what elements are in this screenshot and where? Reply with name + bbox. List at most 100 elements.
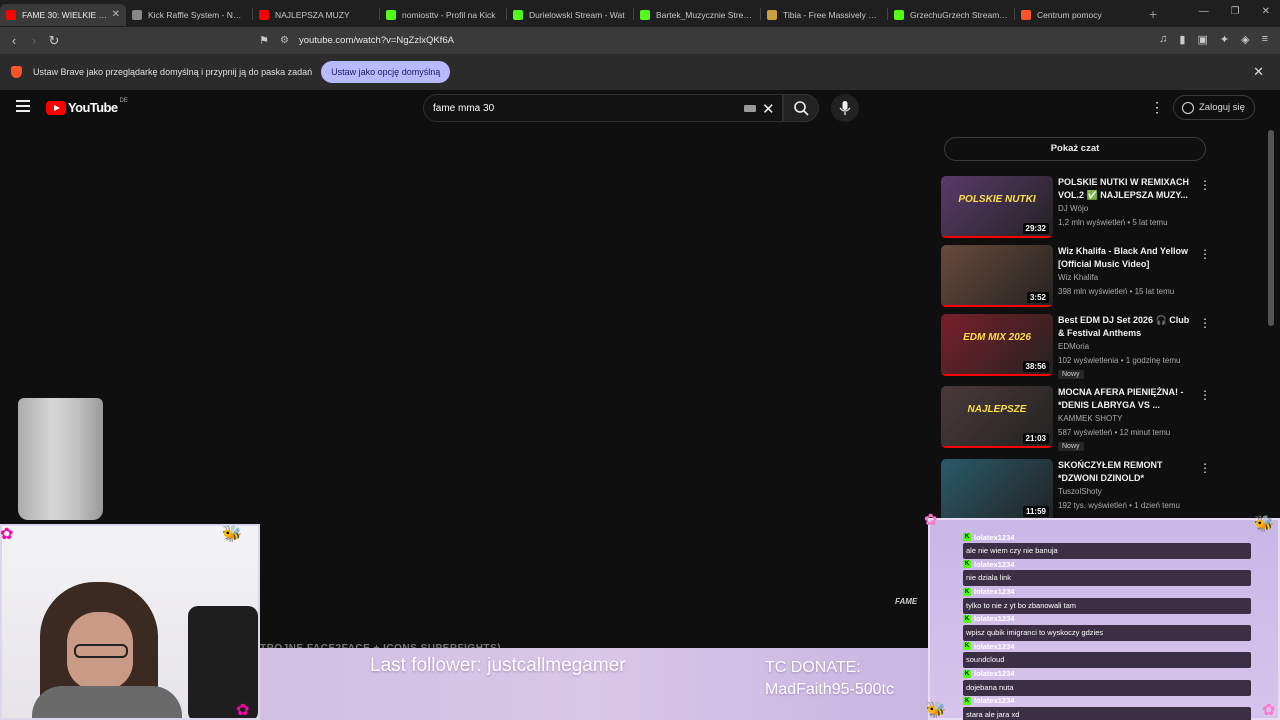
more-options-icon[interactable]: ⋮	[1199, 247, 1211, 261]
new-tab-icon[interactable]: +	[1149, 6, 1157, 22]
back-icon[interactable]: ‹	[4, 33, 24, 48]
browser-tab[interactable]: Centrum pomocy	[1015, 4, 1141, 26]
toolbar-icons: ♫ ▮ ▣ ✦ ◈ ≡	[1159, 33, 1268, 46]
forward-icon[interactable]: ›	[24, 33, 44, 48]
settings-menu-icon[interactable]: ⋮	[1150, 99, 1164, 116]
chat-username: Klolatex1234	[963, 696, 1015, 706]
menu-icon[interactable]: ≡	[1262, 33, 1268, 46]
close-tab-icon[interactable]: ✕	[112, 9, 120, 20]
bee-icon: 🐝	[926, 702, 946, 719]
tab-favicon-icon	[132, 9, 142, 20]
bee-icon: 🐝	[222, 526, 242, 543]
video-title[interactable]: Wiz Khalifa - Black And Yellow [Official…	[1058, 245, 1194, 271]
thumbnail-text: NAJLEPSZE	[967, 404, 1027, 415]
chat-text: soundcloud	[963, 652, 1251, 669]
tab-title: Kick Raffle System - Narzę	[148, 9, 246, 20]
stream-chat: Klolatex1234 ale nie wiem czy nie banuja K…	[928, 518, 1280, 720]
video-meta: 102 wyświetlenia • 1 godzinę temu	[1058, 356, 1181, 365]
address-bar: ‹ › ↻ ⚑ ⚙ youtube.com/watch?v=NgZzlxQKf6…	[0, 27, 1280, 73]
bookmark-icon[interactable]: ⚑	[254, 34, 274, 47]
signin-label: Zaloguj się	[1199, 102, 1245, 113]
video-title[interactable]: MOCNA AFERA PIENIĘŻNA! - *DENIS LABRYGA …	[1058, 386, 1194, 412]
browser-tab[interactable]: Durielowski Stream - Wat	[507, 4, 633, 26]
signin-button[interactable]: Zaloguj się	[1173, 95, 1255, 120]
reload-icon[interactable]: ↻	[44, 33, 64, 49]
tab-favicon-icon	[1021, 9, 1031, 20]
tab-title: Centrum pomocy	[1037, 9, 1102, 20]
recommendation-item[interactable]: 3:52 Wiz Khalifa - Black And Yellow [Offi…	[941, 245, 1211, 311]
video-thumbnail[interactable]: 11:59	[941, 459, 1053, 521]
recommendation-item[interactable]: POLSKIE NUTKI 29:32 POLSKIE NUTKI W REMIXA…	[941, 176, 1211, 242]
video-thumbnail[interactable]: EDM MIX 2026 38:56	[941, 314, 1053, 376]
search-button[interactable]	[783, 94, 819, 122]
watched-progress	[941, 374, 1053, 376]
url-field[interactable]: ⚙ youtube.com/watch?v=NgZzlxQKf6A	[280, 31, 1000, 50]
video-duration: 11:59	[1022, 506, 1049, 517]
glasses	[74, 644, 128, 658]
chat-message: Klolatex1234 wpisz qubik imigranci to wys…	[963, 614, 1251, 641]
kick-icon: K	[963, 669, 971, 678]
recommendation-item[interactable]: EDM MIX 2026 38:56 Best EDM DJ Set 2026 🎧 …	[941, 314, 1211, 380]
browser-tab[interactable]: GrzechuGrzech Stream - W	[888, 4, 1014, 26]
more-options-icon[interactable]: ⋮	[1199, 316, 1211, 330]
browser-tab[interactable]: FAME 30: WIELKIE OT ✕	[0, 3, 126, 26]
ai-icon[interactable]: ✦	[1220, 33, 1229, 46]
scrollbar[interactable]	[1268, 130, 1274, 326]
stream-banner: Last follower: justcallmegamer TC DONATE…	[255, 648, 930, 720]
channel-name[interactable]: TuszolShoty	[1058, 487, 1102, 496]
channel-name[interactable]: KAMMEK SHOTY	[1058, 414, 1122, 423]
hamburger-menu-icon[interactable]	[16, 100, 30, 115]
voice-search-button[interactable]	[831, 94, 859, 122]
chat-username: Klolatex1234	[963, 559, 1015, 569]
sidebar-icon[interactable]: ▮	[1179, 33, 1185, 46]
recommendation-item[interactable]: NAJLEPSZE 21:03 MOCNA AFERA PIENIĘŻNA! - *…	[941, 386, 1211, 452]
vpn-icon[interactable]: ◈	[1241, 33, 1249, 46]
browser-tab[interactable]: Bartek_Muzycznie Stream	[634, 4, 760, 26]
video-title[interactable]: SKOŃCZYŁEM REMONT *DZWONI DZINOLD*	[1058, 459, 1194, 485]
channel-name[interactable]: Wiz Khalifa	[1058, 273, 1098, 282]
video-title[interactable]: Best EDM DJ Set 2026 🎧 Club & Festival A…	[1058, 314, 1194, 340]
maximize-icon[interactable]: ❐	[1231, 6, 1240, 17]
site-settings-icon[interactable]: ⚙	[280, 35, 289, 46]
logo-text: YouTube	[68, 100, 118, 115]
recommendation-item[interactable]: 11:59 SKOŃCZYŁEM REMONT *DZWONI DZINOLD* T…	[941, 459, 1211, 525]
chat-username: Klolatex1234	[963, 614, 1015, 624]
browser-tab[interactable]: NAJLEPSZA MUZY	[253, 4, 379, 26]
keyboard-icon[interactable]	[744, 105, 756, 112]
more-options-icon[interactable]: ⋮	[1199, 388, 1211, 402]
video-title[interactable]: POLSKIE NUTKI W REMIXACH VOL.2 ✅ NAJLEPS…	[1058, 176, 1194, 202]
set-default-button[interactable]: Ustaw jako opcję domyślną	[321, 61, 451, 83]
close-icon[interactable]: ✕	[1253, 64, 1264, 80]
chat-message: Klolatex1234 ale nie wiem czy nie banuja	[963, 532, 1251, 559]
music-icon[interactable]: ♫	[1159, 33, 1167, 46]
video-thumbnail[interactable]: 3:52	[941, 245, 1053, 307]
more-options-icon[interactable]: ⋮	[1199, 178, 1211, 192]
youtube-logo[interactable]: YouTube DE	[46, 98, 128, 115]
clear-search-icon[interactable]: ✕	[762, 100, 775, 118]
chat-message: Klolatex1234 stara ale jara xd	[963, 696, 1251, 720]
channel-name[interactable]: EDMoria	[1058, 342, 1089, 351]
search-input[interactable]: fame mma 30 ✕	[423, 94, 783, 122]
new-badge: Nowy	[1058, 442, 1084, 451]
browser-tab[interactable]: Tibia - Free Massively Mul	[761, 4, 887, 26]
minimize-icon[interactable]: —	[1199, 6, 1209, 17]
channel-name[interactable]: DJ Wójo	[1058, 204, 1088, 213]
close-window-icon[interactable]: ✕	[1262, 6, 1270, 17]
search-icon	[794, 101, 809, 116]
wallet-icon[interactable]: ▣	[1197, 33, 1207, 46]
video-thumbnail[interactable]: POLSKIE NUTKI 29:32	[941, 176, 1053, 238]
chat-message: Klolatex1234 nie dziala link	[963, 559, 1251, 587]
browser-tab[interactable]: Kick Raffle System - Narzę	[126, 4, 252, 26]
more-options-icon[interactable]: ⋮	[1199, 461, 1211, 475]
thumbnail-text: EDM MIX 2026	[963, 332, 1031, 343]
chat-text: tylko to nie z yt bo zbanowali tam	[963, 597, 1251, 614]
kick-icon: K	[963, 533, 971, 541]
browser-tab[interactable]: nomiosttv - Profil na Kick	[380, 4, 506, 26]
kick-icon: K	[963, 614, 971, 623]
video-duration: 29:32	[1022, 223, 1049, 234]
donate-detail: MadFaith95-500tc	[765, 681, 894, 698]
video-thumbnail[interactable]: NAJLEPSZE 21:03	[941, 386, 1053, 448]
chat-username: Klolatex1234	[963, 587, 1015, 597]
video-meta: 192 tys. wyświetleń • 1 dzień temu	[1058, 501, 1180, 510]
show-chat-button[interactable]: Pokaż czat	[944, 137, 1206, 161]
